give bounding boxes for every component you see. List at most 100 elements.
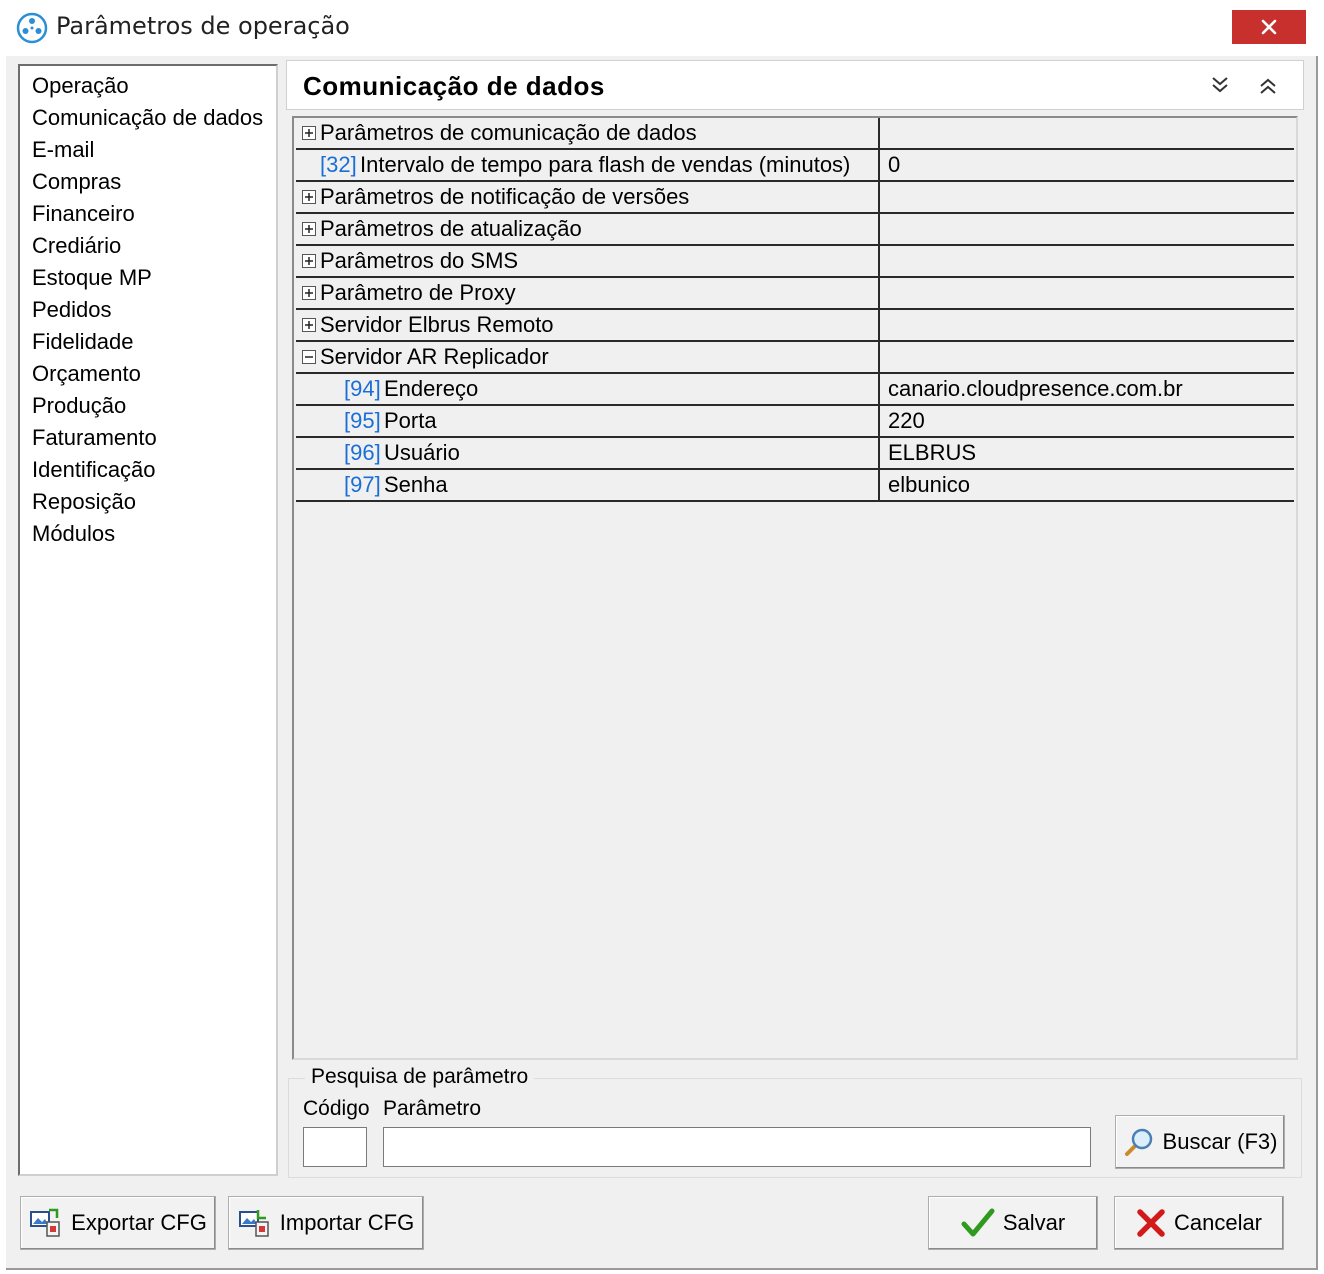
parameter-label: Endereço	[384, 376, 479, 401]
sidebar-item[interactable]: Estoque MP	[20, 262, 276, 294]
window-title: Parâmetros de operação	[56, 12, 350, 40]
export-icon	[30, 1208, 60, 1237]
expand-plus-icon[interactable]	[302, 286, 316, 300]
grid-row[interactable]: [97] Senha elbunico	[296, 470, 1294, 502]
parameter-name-cell: Parâmetro de Proxy	[296, 278, 880, 308]
parameter-value-cell[interactable]	[882, 342, 1292, 372]
parameter-value-cell[interactable]: ELBRUS	[882, 438, 1292, 468]
cancel-label: Cancelar	[1173, 1210, 1263, 1235]
parameter-name-cell: Parâmetros do SMS	[296, 246, 880, 276]
parameter-name-cell: Servidor AR Replicador	[296, 342, 880, 372]
app-icon	[16, 12, 48, 44]
category-list[interactable]: Operação Comunicação de dados E-mail Compra…	[18, 64, 278, 1176]
parameter-name-cell: [32] Intervalo de tempo para flash de ven…	[296, 150, 880, 180]
main-panel: Comunicação de dados Parâmetros de comun…	[286, 60, 1304, 1180]
parameter-value-cell[interactable]: canario.cloudpresence.com.br	[882, 374, 1292, 404]
parameter-name-cell: Parâmetros de notificação de versões	[296, 182, 880, 212]
grid-row[interactable]: Parâmetros de notificação de versões	[296, 182, 1294, 214]
parameter-label: Intervalo de tempo para flash de vendas …	[360, 152, 851, 177]
sidebar-item[interactable]: Módulos	[20, 518, 276, 550]
expand-all-icon[interactable]	[1207, 73, 1233, 99]
sidebar-item[interactable]: Operação	[20, 70, 276, 102]
close-icon	[1261, 19, 1277, 35]
dialog-body: Operação Comunicação de dados E-mail Compra…	[6, 56, 1318, 1270]
grid-row[interactable]: Servidor Elbrus Remoto	[296, 310, 1294, 342]
expand-plus-icon[interactable]	[302, 126, 316, 140]
parameter-search-group: Pesquisa de parâmetro Código Parâmetro B…	[288, 1065, 1302, 1178]
parameter-name-cell: Parâmetros de comunicação de dados	[296, 118, 880, 148]
parameter-label: Parâmetro de Proxy	[320, 280, 516, 305]
parameter-label: Parâmetros de atualização	[320, 216, 582, 241]
grid-row[interactable]: [32] Intervalo de tempo para flash de ven…	[296, 150, 1294, 182]
checkmark-icon	[961, 1208, 995, 1237]
parameter-value-cell[interactable]	[882, 214, 1292, 244]
parameter-code: [32]	[320, 152, 357, 177]
collapse-minus-icon[interactable]	[302, 350, 316, 364]
export-cfg-button[interactable]: Exportar CFG	[20, 1196, 216, 1250]
save-button[interactable]: Salvar	[928, 1196, 1098, 1250]
expand-plus-icon[interactable]	[302, 222, 316, 236]
red-x-icon	[1137, 1209, 1165, 1237]
parametro-input[interactable]	[383, 1127, 1091, 1167]
parameter-value-cell[interactable]	[882, 310, 1292, 340]
buscar-button[interactable]: Buscar (F3)	[1115, 1115, 1285, 1169]
parameter-value-cell[interactable]	[882, 278, 1292, 308]
import-cfg-button[interactable]: Importar CFG	[228, 1196, 424, 1250]
sidebar-item[interactable]: Identificação	[20, 454, 276, 486]
grid-row[interactable]: Parâmetros do SMS	[296, 246, 1294, 278]
parameter-name-cell: Parâmetros de atualização	[296, 214, 880, 244]
sidebar-item[interactable]: Produção	[20, 390, 276, 422]
parameter-value-cell[interactable]: 220	[882, 406, 1292, 436]
buscar-label: Buscar (F3)	[1162, 1129, 1278, 1154]
sidebar-item[interactable]: Crediário	[20, 230, 276, 262]
parameter-name-cell: [95] Porta	[296, 406, 880, 436]
parameter-value-cell[interactable]	[882, 246, 1292, 276]
sidebar-item[interactable]: Faturamento	[20, 422, 276, 454]
title-bar: Parâmetros de operação	[0, 0, 1324, 56]
magnifier-icon	[1124, 1128, 1152, 1156]
parameter-label: Parâmetros de notificação de versões	[320, 184, 690, 209]
parameter-label: Parâmetros do SMS	[320, 248, 519, 273]
parameter-label: Parâmetros de comunicação de dados	[320, 120, 697, 145]
sidebar-item[interactable]: Comunicação de dados	[20, 102, 276, 134]
grid-row[interactable]: Servidor AR Replicador	[296, 342, 1294, 374]
parameter-label: Servidor AR Replicador	[320, 344, 549, 369]
codigo-label: Código	[303, 1097, 370, 1120]
import-cfg-label: Importar CFG	[279, 1210, 415, 1235]
grid-row[interactable]: [94] Endereço canario.cloudpresence.com.br	[296, 374, 1294, 406]
sidebar-item[interactable]: Orçamento	[20, 358, 276, 390]
cancel-button[interactable]: Cancelar	[1114, 1196, 1284, 1250]
sidebar-item[interactable]: Compras	[20, 166, 276, 198]
sidebar-item[interactable]: Pedidos	[20, 294, 276, 326]
codigo-input[interactable]	[303, 1127, 367, 1167]
parameter-value-cell[interactable]: 0	[882, 150, 1292, 180]
parameter-value-cell[interactable]	[882, 118, 1292, 148]
grid-row[interactable]: Parâmetros de comunicação de dados	[296, 118, 1294, 150]
import-icon	[238, 1210, 269, 1237]
expand-plus-icon[interactable]	[302, 318, 316, 332]
close-button[interactable]	[1232, 10, 1306, 44]
sidebar-item[interactable]: Fidelidade	[20, 326, 276, 358]
export-cfg-label: Exportar CFG	[71, 1210, 207, 1235]
parameter-name-cell: [96] Usuário	[296, 438, 880, 468]
save-label: Salvar	[1002, 1210, 1066, 1235]
grid-row[interactable]: Parâmetro de Proxy	[296, 278, 1294, 310]
sidebar-item[interactable]: Reposição	[20, 486, 276, 518]
parameter-value-cell[interactable]	[882, 182, 1292, 212]
parameter-label: Porta	[384, 408, 437, 433]
expand-plus-icon[interactable]	[302, 190, 316, 204]
search-legend: Pesquisa de parâmetro	[305, 1065, 535, 1089]
parameter-value-cell[interactable]: elbunico	[882, 470, 1292, 500]
parameter-code: [94]	[344, 376, 381, 401]
sidebar-item[interactable]: Financeiro	[20, 198, 276, 230]
parameter-name-cell: Servidor Elbrus Remoto	[296, 310, 880, 340]
sidebar-item[interactable]: E-mail	[20, 134, 276, 166]
grid-row[interactable]: [96] Usuário ELBRUS	[296, 438, 1294, 470]
parametro-label: Parâmetro	[383, 1097, 482, 1120]
grid-row[interactable]: Parâmetros de atualização	[296, 214, 1294, 246]
parameter-name-cell: [97] Senha	[296, 470, 880, 500]
parameter-grid[interactable]: Parâmetros de comunicação de dados [32] In…	[292, 116, 1298, 1060]
collapse-all-icon[interactable]	[1255, 73, 1281, 99]
expand-plus-icon[interactable]	[302, 254, 316, 268]
grid-row[interactable]: [95] Porta 220	[296, 406, 1294, 438]
